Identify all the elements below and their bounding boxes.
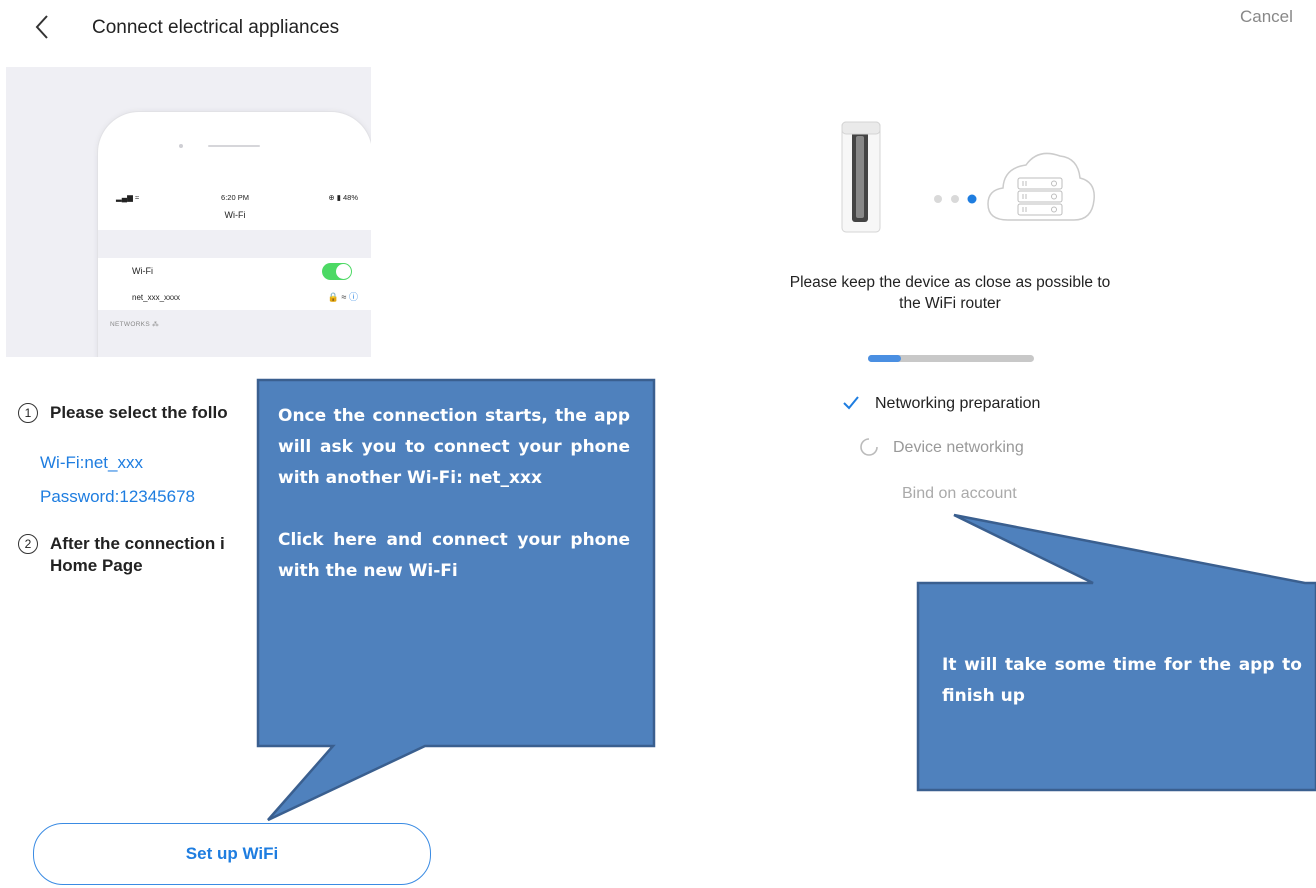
progress-dot-3 xyxy=(967,194,977,204)
cancel-button[interactable]: Cancel xyxy=(1240,7,1293,27)
tower-device-icon xyxy=(841,121,881,233)
step-bind-on-account: Bind on account xyxy=(902,485,1017,502)
step1-number: 1 xyxy=(18,403,38,423)
lock-wifi-info-icon: 🔒 ≈ ⓘ xyxy=(327,292,358,302)
back-arrow-icon[interactable] xyxy=(28,12,58,42)
networks-section: NETWORKS ⁂ xyxy=(98,310,371,357)
step2-text-line1: After the connection i xyxy=(50,534,225,553)
networks-label: NETWORKS ⁂ xyxy=(110,321,159,328)
settings-spacer xyxy=(98,230,371,258)
step1-text: Please select the follo xyxy=(50,403,228,422)
wifi-settings-illustration: ▂▄▆ ≈ 6:20 PM ⊕ ▮ 48% Wi-Fi Wi-Fi net_xx… xyxy=(6,67,371,357)
wifi-screen-title: Wi-Fi xyxy=(224,210,246,220)
keep-close-instruction: Please keep the device as close as possi… xyxy=(789,274,1111,312)
checkmark-icon xyxy=(843,396,859,410)
progress-fill xyxy=(868,355,902,362)
wifi-row-label: Wi-Fi xyxy=(132,266,153,276)
wifi-toggle-row: Wi-Fi xyxy=(98,258,371,285)
phone-speaker xyxy=(208,145,260,147)
callout-left-para2: Click here and connect your phone with t… xyxy=(278,530,630,581)
callout-left-para1: Once the connection starts, the app will… xyxy=(278,406,630,488)
page-title: Connect electrical appliances xyxy=(92,17,340,38)
wifi-toggle xyxy=(322,263,352,280)
phone-status-bar: ▂▄▆ ≈ 6:20 PM ⊕ ▮ 48% xyxy=(98,192,371,206)
network-name: net_xxx_xxxx xyxy=(132,293,181,302)
step-networking-preparation: Networking preparation xyxy=(875,395,1041,412)
progress-dot-1 xyxy=(934,195,942,203)
phone-camera-dot xyxy=(179,144,183,148)
callout-left-text: Once the connection starts, the app will… xyxy=(278,401,630,587)
device-to-cloud-illustration xyxy=(841,121,1095,233)
connection-progress-bar xyxy=(868,355,1034,362)
network-row: net_xxx_xxxx 🔒 ≈ ⓘ xyxy=(98,284,371,310)
phone-mockup: ▂▄▆ ≈ 6:20 PM ⊕ ▮ 48% Wi-Fi Wi-Fi net_xx… xyxy=(97,111,371,357)
wifi-password: Password:12345678 xyxy=(40,487,196,506)
progress-dot-2 xyxy=(951,195,959,203)
step-device-networking: Device networking xyxy=(893,439,1024,456)
callout-right-text: It will take some time for the app to fi… xyxy=(942,655,1302,706)
toggle-knob xyxy=(336,264,351,279)
setup-wifi-button[interactable]: Set up WiFi xyxy=(33,823,431,885)
battery-status: ⊕ ▮ 48% xyxy=(328,193,358,202)
wifi-name: Wi-Fi:net_xxx xyxy=(40,453,143,472)
step2-text-line2: Home Page xyxy=(50,556,143,575)
loading-spinner-icon xyxy=(860,438,878,456)
cloud-server-icon xyxy=(987,152,1095,221)
step2-number: 2 xyxy=(18,534,38,554)
